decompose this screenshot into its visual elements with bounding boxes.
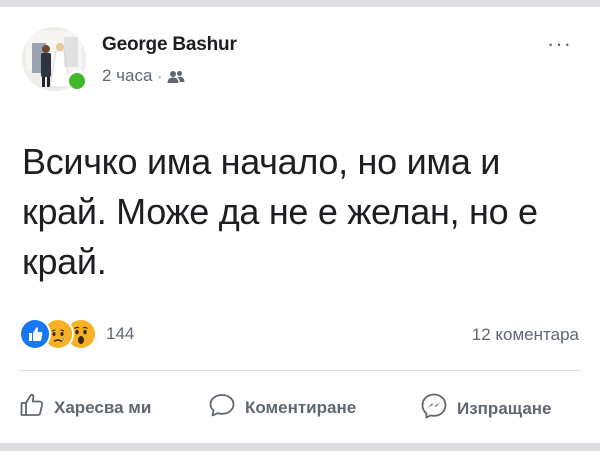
reaction-count: 144 xyxy=(106,324,135,343)
comments-count-link[interactable]: 12 коментара xyxy=(472,325,579,345)
post-card: George Bashur 2 часа · ··· Всичко има на… xyxy=(0,7,600,443)
online-status-indicator xyxy=(66,70,88,92)
post-actions-bar: Харесва ми Коментиране Изпращане xyxy=(0,392,600,426)
post-text: Всичко има начало, но има и край. Може д… xyxy=(22,141,538,282)
actions-divider xyxy=(19,370,581,371)
thumbs-up-icon xyxy=(19,392,45,423)
like-button[interactable]: Харесва ми xyxy=(19,392,151,423)
author-name[interactable]: George Bashur xyxy=(102,34,237,56)
like-button-label: Харесва ми xyxy=(54,397,152,417)
messenger-icon xyxy=(420,392,448,425)
comment-button-label: Коментиране xyxy=(245,397,357,417)
post-timestamp[interactable]: 2 часа xyxy=(102,66,152,86)
friends-icon[interactable] xyxy=(167,69,185,83)
comment-bubble-icon xyxy=(208,392,236,423)
post-meta: 2 часа · xyxy=(102,66,185,86)
author-avatar[interactable] xyxy=(22,27,88,92)
more-options-icon[interactable]: ··· xyxy=(547,33,572,55)
reactions-summary[interactable]: 144 xyxy=(19,318,134,350)
meta-separator: · xyxy=(157,68,163,84)
share-button-label: Изпращане xyxy=(457,398,552,418)
comment-button[interactable]: Коментиране xyxy=(208,392,356,423)
reaction-icons xyxy=(19,318,97,350)
share-button[interactable]: Изпращане xyxy=(420,392,552,425)
like-icon xyxy=(19,318,51,350)
